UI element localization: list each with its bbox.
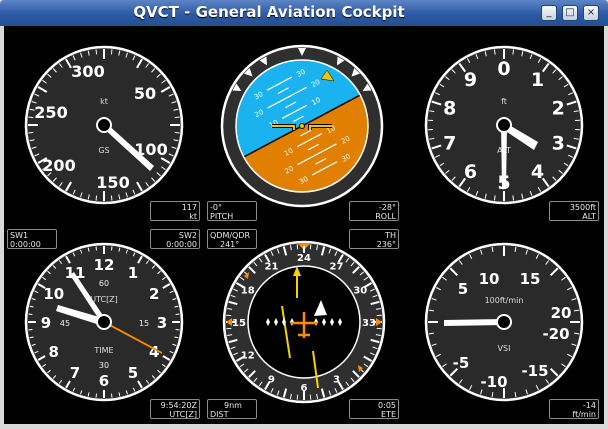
utc-readout: 9:54:20Z UTC[Z]	[150, 399, 200, 419]
clock: 12 1234567891011 60 15 30 45 UTC[Z] TIME	[24, 242, 184, 402]
clock-hour-4: 4	[149, 343, 159, 361]
hsi-heading-9: 9	[268, 374, 275, 385]
window-title: QVCT - General Aviation Cockpit	[133, 3, 405, 21]
cockpit-panel: kt GS 300 50 250 10 0 200 150 30 30 20 20…	[4, 26, 604, 424]
clock-hour-7: 7	[70, 364, 80, 382]
vertical-speed-indicator: 10 15 20 -20 -15 -10 -5 5 100ft/min VSI	[424, 242, 584, 402]
aircraft-dot	[299, 123, 305, 129]
vsi-scale-neg5: -5	[453, 354, 470, 372]
airspeed-indicator: kt GS 300 50 250 100 200 150	[24, 45, 184, 205]
vsi-readout: -14 ft/min	[549, 399, 599, 419]
hsi-heading-15: 15	[232, 318, 246, 329]
clock-hour-8: 8	[49, 343, 59, 361]
dist-readout: 9nm DIST	[207, 399, 257, 419]
alt-unit: ft	[501, 97, 507, 106]
speed-scale-250: 250	[34, 103, 67, 122]
vsi-scale-neg20: -20	[542, 325, 569, 343]
vsi-unit: 100ft/min	[485, 296, 524, 305]
speed-scale-300: 300	[71, 62, 104, 81]
alt-scale-9: 9	[464, 69, 477, 91]
vsi-needle	[444, 319, 504, 326]
clock-min-30: 30	[99, 361, 109, 370]
clock-label-bottom: TIME	[93, 346, 113, 355]
maximize-button[interactable]: □	[562, 5, 578, 21]
clock-hour-12: 12	[94, 256, 115, 274]
altimeter: 0123456789 ft ALT	[424, 45, 584, 205]
vsi-hub	[496, 314, 512, 330]
vsi-scale-10: 10	[479, 270, 500, 288]
clock-hour-5: 5	[128, 364, 138, 382]
th-readout: TH 236°	[349, 229, 399, 249]
hsi-heading-33: 33	[362, 318, 376, 329]
vsi-scale-neg10: -10	[480, 373, 507, 391]
hsi-heading-27: 27	[330, 262, 344, 273]
clock-min-60: 60	[99, 279, 109, 288]
clock-min-15: 15	[139, 319, 149, 328]
close-button[interactable]: ×	[583, 5, 599, 21]
hsi-heading-30: 30	[353, 286, 367, 297]
hsi-heading-18: 18	[241, 286, 255, 297]
alt-hub	[496, 117, 512, 133]
title-bar[interactable]: QVCT - General Aviation Cockpit _ □ ×	[0, 0, 608, 26]
alt-scale-7: 7	[443, 133, 456, 155]
alt-scale-0: 0	[497, 58, 510, 80]
speed-readout: 117 kt	[150, 201, 200, 221]
sw1-timer[interactable]: SW1 0:00:00	[7, 229, 57, 249]
vsi-label: VSI	[498, 344, 511, 353]
clock-hour-2: 2	[149, 285, 159, 303]
hsi-heading-12: 12	[241, 351, 255, 362]
hsi-heading-3: 3	[333, 374, 340, 385]
clock-hour-6: 6	[99, 372, 109, 390]
sw2-timer[interactable]: SW2 0:00:00	[150, 229, 200, 249]
clock-hour-9: 9	[41, 314, 51, 332]
hsi-heading-24: 24	[297, 253, 311, 264]
speed-scale-200: 200	[42, 156, 75, 175]
cockpit-window: QVCT - General Aviation Cockpit _ □ × kt…	[0, 0, 608, 429]
qdm-readout: QDM/QDR 241°	[207, 229, 257, 249]
minimize-button[interactable]: _	[541, 5, 557, 21]
vsi-scale-5: 5	[458, 280, 468, 298]
hsi: 2427303336912151821	[222, 240, 386, 404]
alt-scale-3: 3	[552, 133, 565, 155]
speed-scale-150: 150	[96, 173, 129, 192]
vsi-scale-15: 15	[520, 270, 541, 288]
roll-readout: -28° ROLL	[349, 201, 399, 221]
alt-scale-1: 1	[531, 69, 544, 91]
vsi-scale-20: 20	[551, 304, 572, 322]
clock-min-45: 45	[60, 319, 70, 328]
speed-label: GS	[98, 146, 109, 155]
alt-scale-8: 8	[443, 97, 456, 119]
clock-hub	[96, 314, 112, 330]
vsi-scale-neg15: -15	[521, 362, 548, 380]
hsi-heading-21: 21	[265, 262, 279, 273]
hsi-heading-6: 6	[301, 383, 308, 394]
clock-hour-10: 10	[43, 285, 64, 303]
pitch-readout: -0° PITCH	[207, 201, 257, 221]
clock-hour-1: 1	[128, 264, 138, 282]
alt-needle-long	[501, 125, 507, 189]
speed-hub	[96, 117, 112, 133]
clock-hour-3: 3	[157, 314, 167, 332]
speed-unit: kt	[100, 97, 108, 106]
alt-scale-6: 6	[464, 161, 477, 183]
speed-scale-50: 50	[134, 84, 156, 103]
alt-scale-2: 2	[552, 97, 565, 119]
alt-readout: 3500ft ALT	[549, 201, 599, 221]
alt-scale-4: 4	[531, 161, 544, 183]
ete-readout: 0:05 ETE	[349, 399, 399, 419]
